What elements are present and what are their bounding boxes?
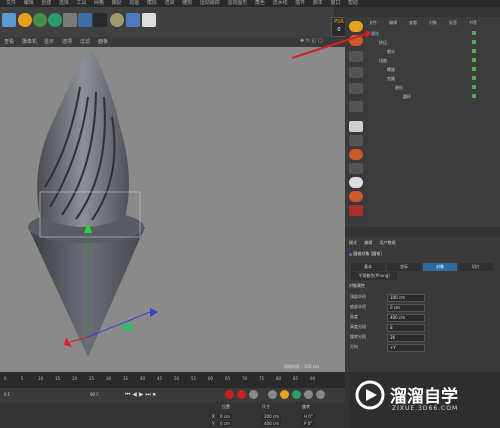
tick-label: 90	[310, 376, 316, 381]
coord-pos-x[interactable]: 0 cm	[218, 414, 232, 419]
timeline-ruler[interactable]: 0 5 10 15 20 25 30 35 40 45 50 55 60 65 …	[0, 372, 345, 388]
tick-label: 10	[38, 376, 44, 381]
watermark-url: ZIXUE.3D66.COM	[392, 405, 459, 412]
start-frame-field[interactable]: 0 F	[4, 392, 10, 397]
coordinate-manager: 位置 尺寸 旋转 X 0 cm 200 cm H 0° Y 0 cm 400 c…	[0, 402, 345, 428]
tick-label: 35	[123, 376, 129, 381]
watermark-brand: 溜溜自学	[390, 387, 458, 407]
param-input[interactable]: 8	[387, 324, 425, 332]
record-icon[interactable]	[225, 390, 234, 399]
am-menu-userdata[interactable]: 用户数据	[380, 240, 396, 245]
tick-label: 80	[276, 376, 282, 381]
move-key-icon[interactable]	[268, 390, 277, 399]
tick-label: 0	[4, 376, 7, 381]
param-label: 顶部半径	[350, 294, 366, 299]
param-label: 高度分段	[350, 324, 366, 329]
tick-label: 70	[242, 376, 248, 381]
tick-label: 40	[140, 376, 146, 381]
tick-label: 25	[89, 376, 95, 381]
watermark: 溜溜自学 ZIXUE.3D66.COM	[350, 372, 500, 428]
param-input[interactable]: 400 cm	[387, 314, 425, 322]
coord-axis-label: X	[212, 414, 215, 419]
param-row: 旋转分段 36	[350, 333, 425, 342]
tick-label: 65	[225, 376, 231, 381]
cone-small-icon: ▲	[349, 251, 353, 256]
param-row: 顶部半径 100 cm	[350, 293, 425, 302]
coord-size-x[interactable]: 200 cm	[262, 414, 282, 419]
param-key-icon[interactable]	[304, 390, 313, 399]
pla-key-icon[interactable]	[316, 390, 325, 399]
tick-label: 15	[55, 376, 61, 381]
param-dropdown[interactable]: +Y	[387, 344, 425, 352]
tick-label: 85	[293, 376, 299, 381]
scale-key-icon[interactable]	[280, 390, 289, 399]
am-menu-edit[interactable]: 编辑	[364, 240, 372, 245]
param-label: 高度	[350, 314, 358, 319]
param-row: 底部半径 0 cm	[350, 303, 425, 312]
attribute-manager: 模式 编辑 用户数据 ▲ 圆锥对象 [圆锥] 基本 坐标 对象 切片 平滑着色(…	[345, 237, 500, 372]
param-label: 方向	[350, 344, 358, 349]
tick-label: 20	[72, 376, 78, 381]
param-label: 底部半径	[350, 304, 366, 309]
tab-basic[interactable]: 基本	[351, 263, 385, 271]
coord-header-position: 位置	[222, 404, 230, 409]
coord-rot-h[interactable]: H 0°	[302, 414, 315, 419]
tab-slice[interactable]: 切片	[459, 263, 493, 271]
coord-axis-label: Y	[212, 421, 215, 426]
section-header: 对象属性	[349, 283, 365, 288]
param-row: 高度 400 cm	[350, 313, 425, 322]
param-label: 旋转分段	[350, 334, 366, 339]
coord-size-y[interactable]: 400 cm	[262, 421, 282, 426]
am-menu-mode[interactable]: 模式	[349, 240, 357, 245]
attribute-title: ▲ 圆锥对象 [圆锥]	[349, 251, 382, 257]
param-input[interactable]: 100 cm	[387, 294, 425, 302]
rotate-key-icon[interactable]	[292, 390, 301, 399]
transport-bar: 0 F 90 F ⏮ ◀ ▶ ⏭ ⏹	[0, 388, 345, 402]
coord-header-size: 尺寸	[262, 404, 270, 409]
coord-rot-p[interactable]: P 0°	[302, 421, 315, 426]
tick-label: 55	[191, 376, 197, 381]
tab-coordinates[interactable]: 坐标	[387, 263, 421, 271]
watermark-logo-icon	[355, 380, 385, 410]
tick-label: 45	[157, 376, 163, 381]
autokey-icon[interactable]	[237, 390, 246, 399]
keyframe-icon[interactable]	[249, 390, 258, 399]
tick-label: 30	[106, 376, 112, 381]
param-input[interactable]: 0 cm	[387, 304, 425, 312]
end-frame-field[interactable]: 90 F	[90, 392, 99, 397]
annotation-arrow	[291, 33, 367, 59]
tick-label: 60	[208, 376, 214, 381]
param-row: 方向 +Y	[350, 343, 425, 352]
tick-label: 50	[174, 376, 180, 381]
playback-controls-icon[interactable]: ⏮ ◀ ▶ ⏭ ⏹	[125, 391, 156, 399]
annotation-arrowhead	[366, 30, 372, 38]
tick-label: 5	[21, 376, 24, 381]
attribute-title-text: 圆锥对象 [圆锥]	[353, 251, 382, 256]
coord-pos-y[interactable]: 0 cm	[218, 421, 232, 426]
tab-object[interactable]: 对象	[423, 263, 457, 271]
tab-phong[interactable]: 平滑着色(Phong)	[351, 272, 397, 280]
param-input[interactable]: 36	[387, 334, 425, 342]
attribute-menu: 模式 编辑 用户数据	[349, 240, 396, 246]
tick-label: 75	[259, 376, 265, 381]
coord-header-rotation: 旋转	[302, 404, 310, 409]
param-row: 高度分段 8	[350, 323, 425, 332]
